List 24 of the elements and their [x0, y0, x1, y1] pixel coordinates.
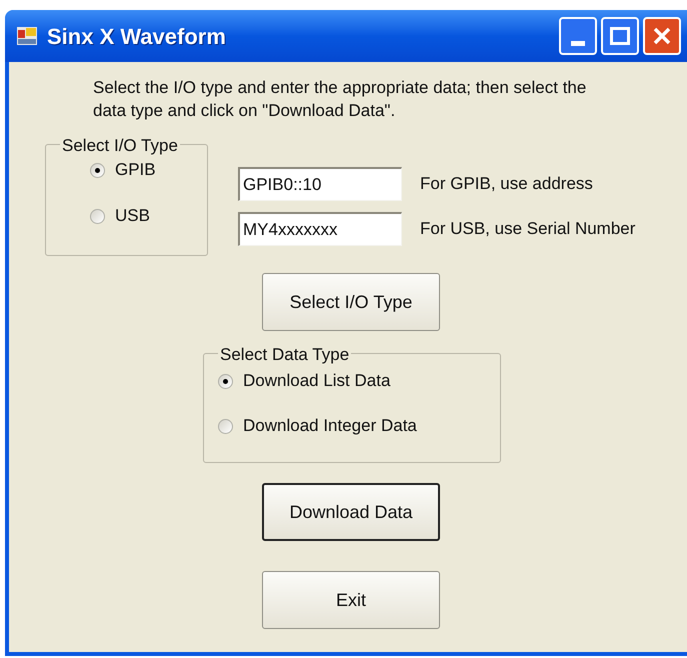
command-button[interactable]: Select I/O Type — [262, 273, 440, 331]
maximize-button[interactable] — [601, 17, 639, 55]
field-hint: For USB, use Serial Number — [420, 218, 636, 240]
maximize-icon — [610, 27, 630, 45]
radio-label: USB — [115, 205, 150, 228]
command-button[interactable]: Download Data — [262, 483, 440, 541]
radio-button[interactable] — [90, 208, 105, 224]
text-field[interactable]: MY4xxxxxxx — [238, 212, 402, 246]
radio-label: Download Integer Data — [243, 415, 417, 438]
field-hint: For GPIB, use address — [420, 173, 593, 196]
instructions-text: Select the I/O type and enter the appropriate data; then select the data type and click on "Download Data". — [93, 77, 588, 122]
radio-label: Download List Data — [243, 370, 390, 392]
app-icon — [17, 27, 37, 45]
command-button[interactable]: Exit — [262, 571, 440, 629]
radio-button[interactable] — [90, 162, 105, 178]
text-field[interactable]: GPIB0::10 — [238, 167, 402, 201]
radio-label: GPIB — [115, 159, 156, 182]
minimize-icon — [571, 41, 585, 46]
window-title: Sinx X Waveform — [47, 22, 226, 50]
minimize-button[interactable] — [559, 17, 597, 55]
close-icon — [652, 26, 672, 46]
radio-button[interactable] — [218, 418, 233, 434]
close-button[interactable] — [643, 17, 681, 55]
radio-button[interactable] — [218, 374, 233, 388]
